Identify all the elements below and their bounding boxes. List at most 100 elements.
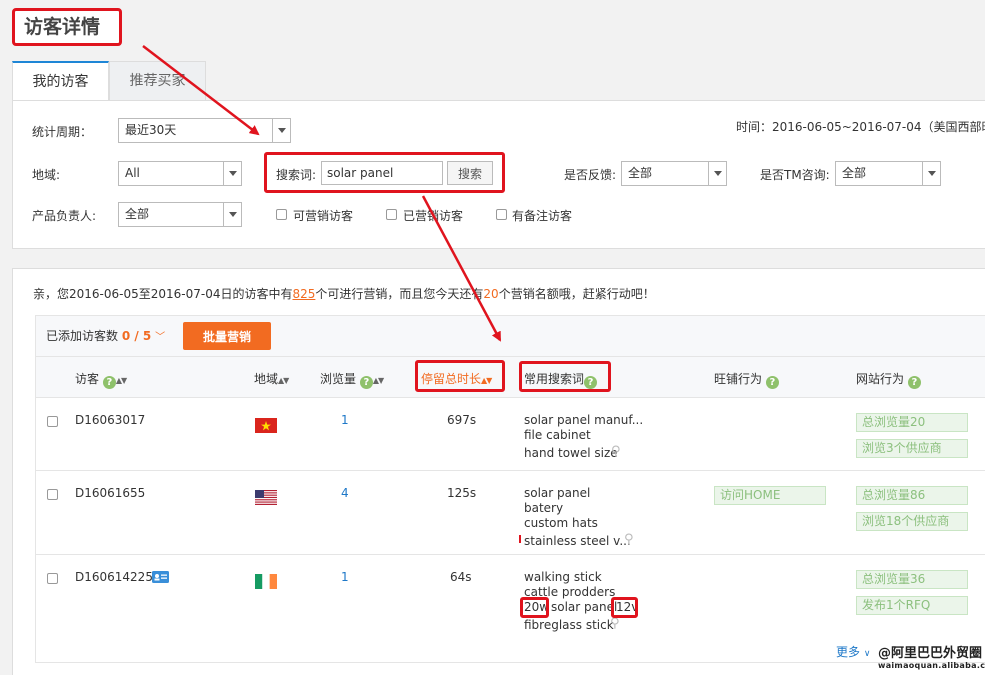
table-header	[35, 357, 985, 398]
dropdown-arrow-icon	[272, 119, 290, 142]
owner-select[interactable]: 全部	[118, 202, 242, 227]
keyword-item: file cabinet	[524, 428, 591, 442]
notice-middle: 个可进行营销，而且您今天还有	[315, 287, 484, 301]
feedback-select[interactable]: 全部	[621, 161, 727, 186]
watermark: @阿里巴巴外贸圈 waimaoquan.alibaba.com	[878, 642, 985, 670]
chevron-down-icon: ∨	[863, 649, 871, 659]
dropdown-arrow-icon	[223, 162, 241, 185]
duration-value: 64s	[450, 570, 472, 584]
time-range: 时间：2016-06-05~2016-07-04（美国西部时间	[736, 120, 985, 134]
col-views[interactable]: 浏览量 ? ▲▼	[320, 370, 384, 389]
visitor-id[interactable]: D16061655	[75, 486, 145, 500]
owner-label: 产品负责人:	[32, 209, 97, 223]
batch-marketing-button[interactable]: 批量营销	[183, 322, 271, 350]
col-wangpu: 旺铺行为 ?	[714, 370, 779, 389]
checkbox-marketed[interactable]	[386, 209, 397, 220]
keyword-search-group: 搜索词: 搜索	[264, 152, 505, 193]
site-tag: 浏览3个供应商	[856, 439, 968, 458]
views-count[interactable]: 1	[341, 570, 349, 584]
sort-icon[interactable]: ▲▼	[278, 376, 289, 385]
annotation-box-keywords	[519, 361, 611, 392]
list-toolbar	[35, 315, 985, 357]
keyword-item: hand towel size	[524, 446, 618, 460]
tm-select[interactable]: 全部	[835, 161, 941, 186]
sort-icon[interactable]: ▲▼	[373, 376, 384, 385]
wangpu-tag: 访问HOME	[714, 486, 826, 505]
watermark-title: @阿里巴巴外贸圈	[878, 646, 983, 661]
keyword-item: stainless steel v...	[524, 534, 631, 548]
watermark-url: waimaoquan.alibaba.com	[878, 661, 985, 670]
tab-recommended-buyers[interactable]: 推荐买家	[109, 61, 206, 101]
search-button[interactable]: 搜索	[447, 161, 493, 185]
col-region[interactable]: 地域▲▼	[254, 370, 289, 387]
added-visitors[interactable]: 已添加访客数 0 / 5 ﹀	[46, 327, 165, 344]
region-select[interactable]: All	[118, 161, 242, 186]
keyword-item: custom hats	[524, 516, 598, 530]
vietnam-flag-icon	[255, 418, 277, 433]
magnifier-icon[interactable]: ⚲	[624, 532, 634, 547]
row-checkbox[interactable]	[47, 416, 58, 427]
tm-label: 是否TM咨询:	[760, 168, 830, 182]
checkbox-noted[interactable]	[496, 209, 507, 220]
feedback-value: 全部	[628, 166, 653, 180]
keyword-item: walking stick	[524, 570, 602, 584]
sort-icon[interactable]: ▲▼	[116, 376, 127, 385]
help-icon[interactable]: ?	[907, 376, 921, 389]
checkbox-marketed-label: 已营销访客	[403, 209, 464, 223]
notice-suffix: 个营销名额哦，赶紧行动吧！	[498, 287, 655, 301]
site-tag: 总浏览量36	[856, 570, 968, 589]
magnifier-icon[interactable]: ⚲	[610, 616, 620, 631]
col-visitor[interactable]: 访客 ? ▲▼	[75, 370, 127, 389]
notice-prefix: 亲，您2016-06-05至2016-07-04日的访客中有	[33, 287, 293, 301]
keyword-item: solar panel	[551, 600, 618, 614]
duration-value: 697s	[447, 413, 477, 427]
keyword-label: 搜索词:	[276, 168, 317, 182]
marketable-count-link[interactable]: 825	[292, 287, 315, 301]
business-card-icon[interactable]	[152, 571, 169, 583]
keyword-item: batery	[524, 501, 564, 515]
annotation-box-20w	[520, 597, 549, 618]
feedback-label: 是否反馈:	[564, 168, 617, 182]
site-tag: 浏览18个供应商	[856, 512, 968, 531]
added-count: 0 / 5	[121, 329, 152, 343]
annotation-box-12v	[611, 597, 638, 618]
tm-value: 全部	[842, 166, 867, 180]
region-label: 地域:	[32, 168, 61, 182]
views-count[interactable]: 4	[341, 486, 349, 500]
magnifier-icon[interactable]: ⚲	[611, 444, 621, 459]
tab-my-visitors[interactable]: 我的访客	[12, 61, 109, 101]
dropdown-arrow-icon	[708, 162, 726, 185]
ireland-flag-icon	[255, 574, 277, 589]
annotation-mark	[519, 535, 521, 543]
visitor-id[interactable]: D16063017	[75, 413, 145, 427]
keyword-input[interactable]	[321, 161, 443, 185]
dropdown-arrow-icon	[922, 162, 940, 185]
region-value: All	[125, 166, 140, 180]
keyword-item: fibreglass stick	[524, 618, 614, 632]
help-icon[interactable]: ?	[102, 376, 116, 389]
site-tag: 总浏览量86	[856, 486, 968, 505]
marketing-notice: 亲，您2016-06-05至2016-07-04日的访客中有825个可进行营销，…	[33, 285, 655, 302]
period-value: 最近30天	[125, 123, 177, 137]
help-icon[interactable]: ?	[359, 376, 373, 389]
help-icon[interactable]: ?	[765, 376, 779, 389]
page-title: 访客详情	[12, 8, 122, 46]
visitor-id[interactable]: D160614225	[75, 570, 153, 584]
period-select[interactable]: 最近30天	[118, 118, 291, 143]
more-link[interactable]: 更多 ∨	[836, 643, 870, 660]
chevron-down-icon: ﹀	[155, 332, 166, 343]
owner-value: 全部	[125, 207, 150, 221]
checkbox-noted-label: 有备注访客	[512, 209, 573, 223]
checkbox-marketable[interactable]	[276, 209, 287, 220]
col-site: 网站行为 ?	[856, 370, 921, 389]
site-tag: 总浏览量20	[856, 413, 968, 432]
table-row	[35, 398, 985, 471]
usa-flag-icon	[255, 490, 277, 505]
row-checkbox[interactable]	[47, 573, 58, 584]
views-count[interactable]: 1	[341, 413, 349, 427]
quota-count: 20	[483, 287, 499, 301]
added-label: 已添加访客数	[46, 329, 119, 343]
keyword-item: solar panel manuf...	[524, 413, 644, 427]
keyword-item: solar panel	[524, 486, 591, 500]
row-checkbox[interactable]	[47, 489, 58, 500]
